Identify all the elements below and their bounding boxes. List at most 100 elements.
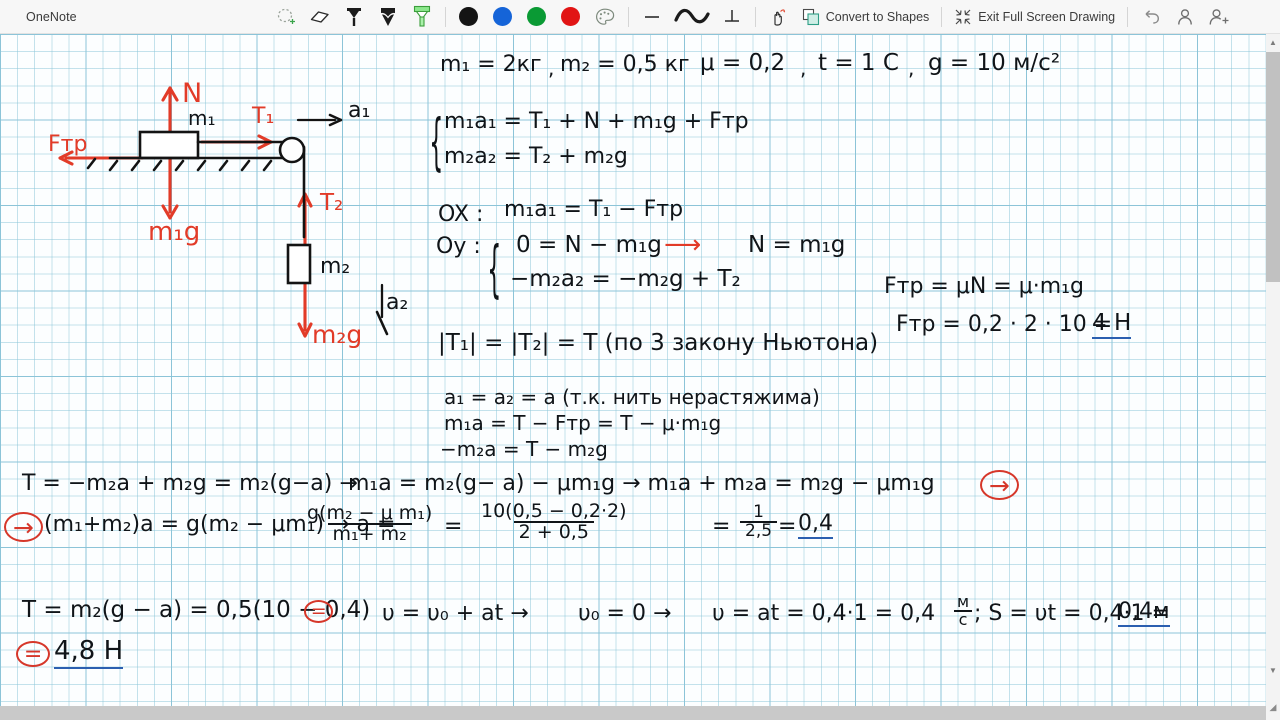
fraction-simplified: 1 2,5 xyxy=(740,502,778,541)
account-icon xyxy=(1178,8,1193,25)
lasso-select-icon xyxy=(277,8,295,24)
diagram-label-mass2: m₂ xyxy=(320,254,351,279)
accel-line2: m₁a = T − Fтр = T − μ·m₁g xyxy=(444,411,722,435)
friction-result: 4 H xyxy=(1092,310,1132,339)
accel-result: 0,4 xyxy=(798,511,833,539)
friction-formula: Fтр = μN = μ·m₁g xyxy=(884,274,1084,299)
curve-shape-icon xyxy=(674,8,710,23)
system1-brace: { xyxy=(429,108,444,180)
accel-fraction-2: 10(0,5 − 0,2·2) 2 + 0,5 xyxy=(476,501,632,543)
fraction-numeric: 10(0,5 − 0,2·2) 2 + 0,5 xyxy=(476,501,632,543)
friction-calc: Fтр = 0,2 · 2 · 10 = xyxy=(896,312,1113,337)
tension-result: 4,8 H xyxy=(54,636,124,669)
derivation-eq-2: = xyxy=(712,514,731,539)
derivation-row1-arrow-circled: → xyxy=(980,470,1019,500)
eraser-button[interactable] xyxy=(303,2,337,32)
ink-gesture-button[interactable] xyxy=(762,2,796,32)
exit-full-screen-label: Exit Full Screen Drawing xyxy=(978,9,1116,24)
color-palette-button[interactable] xyxy=(588,2,622,32)
velocity-unit: м с xyxy=(952,593,974,629)
angle-shape-button[interactable] xyxy=(715,2,749,32)
color-blue-swatch xyxy=(493,7,513,26)
drawing-toolbar: OneNote Convert to Shapes Exit Full Scre… xyxy=(0,0,1280,34)
color-red-button[interactable] xyxy=(554,2,588,32)
fraction-denominator: 2,5 xyxy=(740,521,778,540)
pencil-icon xyxy=(380,7,395,26)
fraction-denominator: m₁+ m₂ xyxy=(327,523,412,544)
toolbar-separator-3 xyxy=(754,6,756,27)
onenote-full-screen-drawing-window: OneNote Convert to Shapes Exit Full Scre… xyxy=(0,0,1280,720)
scroll-down-arrow-icon[interactable]: ▼ xyxy=(1266,662,1280,678)
account-button[interactable] xyxy=(1168,2,1202,32)
resize-grip-icon[interactable]: ◢ xyxy=(1266,694,1280,720)
accel-fraction-3: 1 2,5 xyxy=(740,502,778,541)
color-green-swatch xyxy=(527,7,547,26)
derivation-eq-1: = xyxy=(444,514,463,539)
vertical-scrollbar[interactable]: ▲ ▼ ◢ xyxy=(1266,34,1280,720)
pen-button[interactable] xyxy=(337,2,371,32)
notebook-page-canvas[interactable]: N m₁ T₁ a₁ Fтр m₁g T₂ m₂ m₂g a₂ m₁ = 2кг… xyxy=(0,34,1266,706)
fraction-denominator: 2 + 0,5 xyxy=(513,521,594,542)
line-shape-button[interactable] xyxy=(635,2,669,32)
highlighter-icon xyxy=(413,5,430,27)
oy-equation-2: −m₂a₂ = −m₂g + T₂ xyxy=(510,266,741,292)
ox-equation: m₁a₁ = T₁ − Fтр xyxy=(504,197,684,222)
diagram-label-friction: Fтр xyxy=(48,132,88,157)
given-m2: m₂ = 0,5 кг xyxy=(560,52,690,77)
diagram-label-mass1: m₁ xyxy=(188,106,216,130)
velocity-unit-fraction: м с xyxy=(952,593,974,629)
undo-button[interactable] xyxy=(1134,2,1168,32)
color-black-button[interactable] xyxy=(452,2,486,32)
add-account-button[interactable] xyxy=(1202,2,1236,32)
oy-result: N = m₁g xyxy=(748,232,846,258)
initial-velocity: υ₀ = 0 → xyxy=(578,601,672,626)
system1-line2: m₂a₂ = T₂ + m₂g xyxy=(444,144,628,169)
given-mu: μ = 0,2 xyxy=(700,50,786,76)
diagram-label-accel1: a₁ xyxy=(348,98,371,123)
color-black-swatch xyxy=(459,7,479,26)
eraser-icon xyxy=(310,10,329,23)
toolbar-separator-2 xyxy=(627,6,629,27)
angle-shape-icon xyxy=(724,9,739,22)
derivation-row2-arrow-circled: → xyxy=(4,512,43,542)
distance-result: 0,4м xyxy=(1118,599,1170,627)
scroll-up-arrow-icon[interactable]: ▲ xyxy=(1266,34,1280,50)
exit-full-screen-button[interactable]: Exit Full Screen Drawing xyxy=(948,8,1121,26)
lasso-select-button[interactable] xyxy=(269,2,303,32)
page-bottom-edge xyxy=(0,706,1280,720)
highlighter-button[interactable] xyxy=(405,2,439,32)
diagram-label-normal-force: N xyxy=(182,78,203,109)
app-title: OneNote xyxy=(26,9,77,24)
exit-fullscreen-icon xyxy=(955,9,971,24)
tension-result-eq-circled: = xyxy=(16,641,51,668)
color-green-button[interactable] xyxy=(520,2,554,32)
accel-line3: −m₂a = T − m₂g xyxy=(440,437,608,461)
oy-equation-1: 0 = N − m₁g xyxy=(516,232,662,258)
pencil-button[interactable] xyxy=(371,2,405,32)
oy-label: Oy : xyxy=(436,234,481,259)
free-body-diagram: N m₁ T₁ a₁ Fтр m₁g T₂ m₂ m₂g a₂ xyxy=(30,72,430,377)
fraction-symbolic: g(m₂ − μ m₁) m₁+ m₂ xyxy=(302,503,437,545)
scrollbar-thumb[interactable] xyxy=(1266,52,1280,282)
fraction-numerator: 1 xyxy=(753,502,764,522)
color-blue-button[interactable] xyxy=(486,2,520,32)
toolbar-separator-5 xyxy=(1127,6,1129,27)
derivation-row1-right: m₁a = m₂(g− a) − μm₁g → m₁a + m₂a = m₂g … xyxy=(348,471,935,496)
line-shape-icon xyxy=(644,15,659,18)
toolbar-separator-1 xyxy=(444,6,446,27)
diagram-label-accel2: a₂ xyxy=(386,290,409,315)
curve-shape-button[interactable] xyxy=(669,2,715,32)
diagram-label-weight1: m₁g xyxy=(148,217,201,247)
convert-to-shapes-button[interactable]: Convert to Shapes xyxy=(796,8,936,26)
accel-fraction-1: g(m₂ − μ m₁) m₁+ m₂ xyxy=(302,503,437,545)
oy-brace: { xyxy=(487,235,502,307)
color-red-swatch xyxy=(561,7,581,26)
ink-gesture-icon xyxy=(774,8,785,26)
ox-label: OX : xyxy=(438,202,484,227)
toolbar-separator-4 xyxy=(941,6,943,27)
tension-eq-circled: = xyxy=(304,600,334,623)
velocity-formula: υ = υ₀ + at → xyxy=(382,601,529,626)
diagram-label-tension1: T₁ xyxy=(252,104,275,129)
derivation-row1-left: T = −m₂a + m₂g = m₂(g−a) → xyxy=(22,471,358,496)
diagram-label-tension2: T₂ xyxy=(320,190,344,216)
